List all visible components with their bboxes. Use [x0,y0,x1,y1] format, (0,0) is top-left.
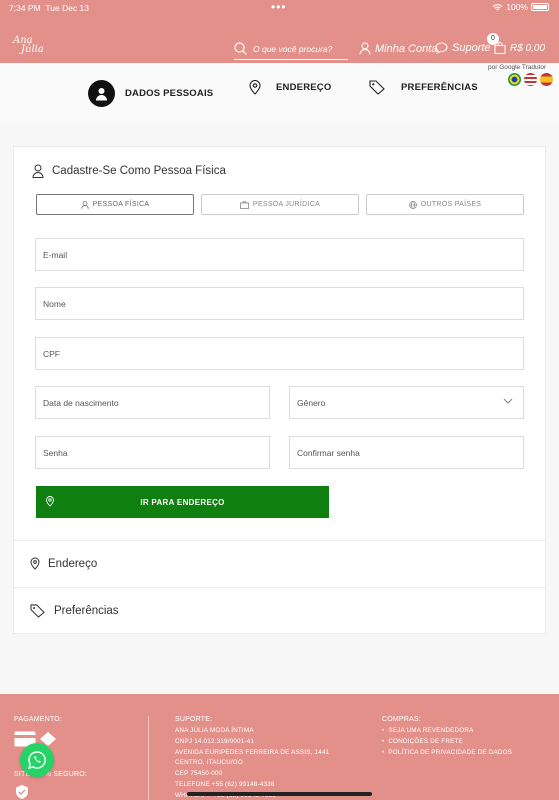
name-field[interactable] [35,287,524,320]
shopping-bag-icon [494,42,506,54]
footer-link-reseller[interactable]: • SEJA UMA REVENDEDORA [382,726,512,737]
step-personal-data[interactable]: DADOS PESSOAIS [88,80,213,107]
status-right: 100% [492,2,549,12]
tag-icon [30,603,45,618]
cpf-field[interactable] [35,337,524,370]
tag-icon [369,80,385,95]
account-label: Minha Conta [375,42,438,55]
flag-usa-icon[interactable] [524,73,537,86]
support-info: ANA JÚLIA MODA ÍNTIMA CNPJ 14.012.319/00… [175,727,330,799]
site-header: Ana Júlia Minha Conta Suporte 0 R$ 0,00 [0,16,559,63]
registration-form-card: Cadastre-Se Como Pessoa Física PESSOA FÍ… [13,146,546,634]
shield-check-icon [16,785,28,799]
tab-label: PESSOA FÍSICA [92,201,150,208]
flag-spain-icon[interactable] [540,73,553,86]
step-label: ENDEREÇO [276,82,332,93]
home-indicator[interactable] [187,792,372,796]
section-label: Endereço [48,557,98,570]
search-input[interactable] [253,43,343,54]
form-title: Cadastre-Se Como Pessoa Física [32,164,226,178]
footer-link-privacy[interactable]: • POLÍTICA DE PRIVACIDADE DE DADOS [382,748,512,759]
battery-percent: 100% [506,2,528,12]
section-label: Preferências [54,604,119,617]
support-title: SUPORTE: [175,716,213,723]
tab-pessoa-juridica[interactable]: PESSOA JURÍDICA [201,194,359,215]
password-field[interactable] [35,436,270,469]
birthdate-input[interactable] [43,397,269,408]
step-label: DADOS PESSOAIS [125,88,214,99]
briefcase-icon [240,200,249,209]
map-pin-icon [249,80,261,95]
password-input[interactable] [43,447,269,458]
confirm-password-input[interactable] [297,447,523,458]
preferences-section-toggle[interactable]: Preferências [14,587,545,633]
tab-outros-paises[interactable]: OUTROS PAÍSES [366,194,524,215]
map-pin-icon [30,557,40,570]
footer-divider [148,716,149,800]
checkout-steps: DADOS PESSOAIS ENDEREÇO PREFERÊNCIAS [0,63,559,125]
tab-label: OUTROS PAÍSES [420,201,482,208]
site-footer: PAGAMENTO: SITE 100% SEGURO: SUPORTE: AN… [0,694,559,800]
payment-title: PAGAMENTO: [14,716,63,723]
wifi-icon [492,3,503,10]
button-label: IR PARA ENDEREÇO [140,497,225,507]
language-flags [508,73,553,86]
whatsapp-icon [27,751,46,770]
name-input[interactable] [43,298,523,309]
chat-icon [435,42,448,54]
support-link[interactable]: Suporte [435,42,491,54]
whatsapp-button[interactable] [20,743,54,777]
purchases-links: • SEJA UMA REVENDEDORA • CONDIÇÕES DE FR… [382,726,512,758]
confirm-password-field[interactable] [289,436,524,469]
purchases-title: COMPRAS: [382,716,421,723]
account-link[interactable]: Minha Conta [359,42,437,55]
cart-link[interactable]: R$ 0,00 [494,42,545,54]
battery-icon [531,3,549,11]
support-label: Suporte [452,42,491,54]
multitask-dots[interactable]: ••• [271,0,287,14]
user-icon [32,164,44,178]
status-bar: 7:34 PM Tue Dec 13 ••• 100% [0,0,559,16]
go-to-address-button[interactable]: IR PARA ENDEREÇO [36,486,329,518]
step-address[interactable]: ENDEREÇO [249,80,331,95]
cart-total: R$ 0,00 [510,42,546,54]
google-translator-label: por Google Tradutor [488,64,547,71]
search-icon[interactable] [234,42,247,55]
cpf-input[interactable] [43,348,523,359]
brand-logo[interactable]: Ana Júlia [13,36,44,55]
step-preferences[interactable]: PREFERÊNCIAS [369,80,478,95]
tab-label: PESSOA JURÍDICA [252,201,321,208]
footer-link-shipping[interactable]: • CONDIÇÕES DE FRETE [382,737,512,748]
map-pin-icon [46,496,54,507]
status-time: 7:34 PM Tue Dec 13 [9,3,90,13]
gender-select[interactable]: Gênero [289,386,524,419]
email-input[interactable] [43,249,523,260]
birthdate-field[interactable] [35,386,270,419]
user-icon [359,42,371,55]
search-box [234,38,348,60]
tab-pessoa-fisica[interactable]: PESSOA FÍSICA [36,194,194,215]
address-section-toggle[interactable]: Endereço [14,540,545,586]
globe-icon [408,200,417,209]
step-label: PREFERÊNCIAS [401,82,478,93]
gender-select-value: Gênero [297,397,326,408]
chevron-down-icon [503,398,513,404]
user-icon [80,200,89,209]
user-icon [88,80,115,107]
email-field[interactable] [35,238,524,271]
flag-brazil-icon[interactable] [508,73,521,86]
